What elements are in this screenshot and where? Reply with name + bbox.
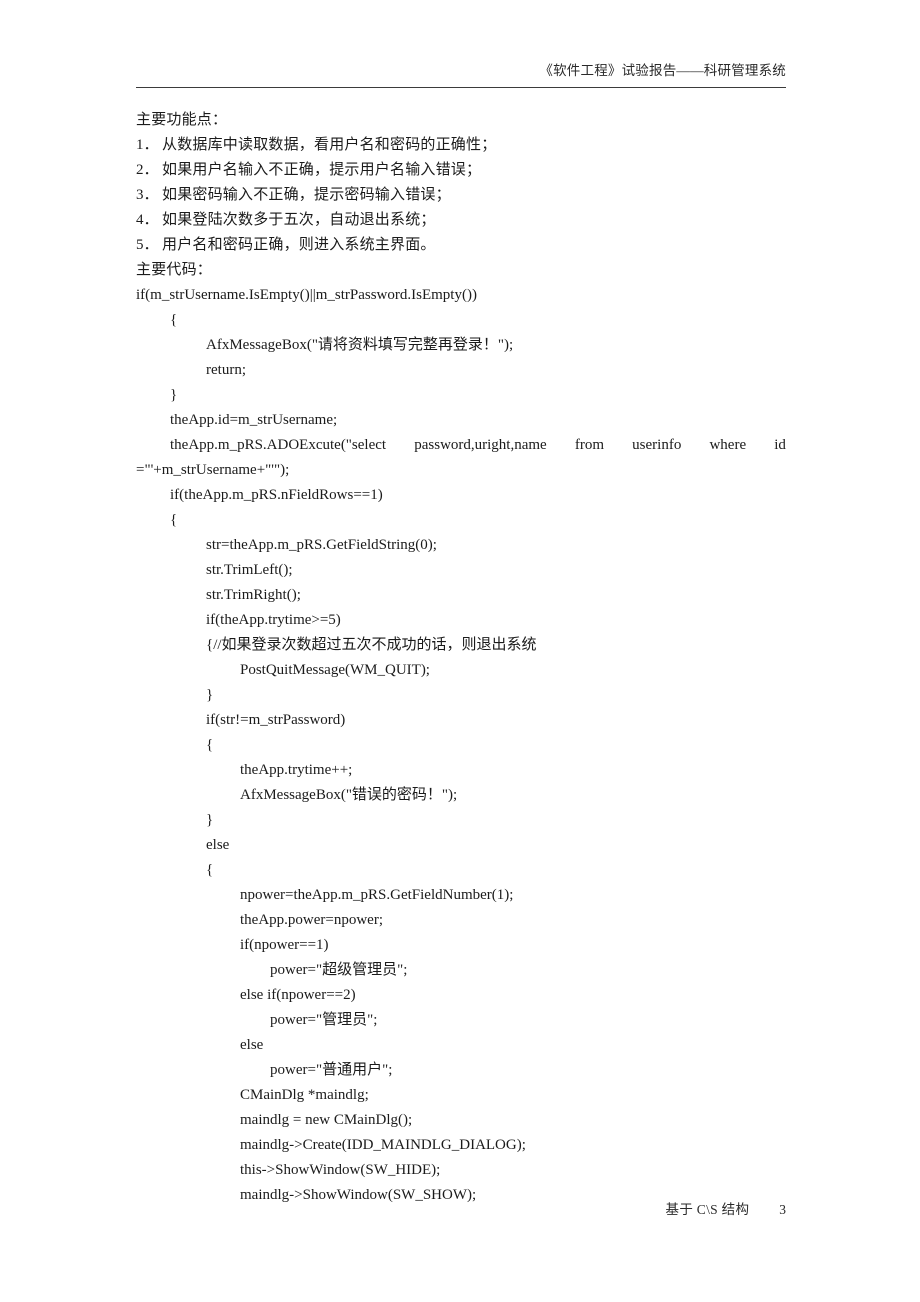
code-line: maindlg->Create(IDD_MAINDLG_DIALOG); [240,1137,526,1153]
code-line: str.TrimRight(); [206,587,301,603]
code-token: id [774,437,786,453]
feature-list-item-text: 如果登陆次数多于五次，自动退出系统； [162,212,436,228]
feature-list-item-text: 从数据库中读取数据，看用户名和密码的正确性； [162,137,497,153]
code-line: AfxMessageBox("错误的密码！"); [240,787,458,803]
document-body: 主要功能点： 1． 从数据库中读取数据，看用户名和密码的正确性； 2． 如果用户名输入… [136,108,786,1208]
code-line: AfxMessageBox("请将资料填写完整再登录！"); [206,337,514,353]
code-line: theApp.power=npower; [240,912,384,928]
code-token: password,uright,name [414,437,547,453]
feature-list-item-text: 如果密码输入不正确，提示密码输入错误； [162,187,451,203]
code-line: } [206,687,214,703]
code-token: where [709,437,747,453]
code-block: if(m_strUsername.IsEmpty()||m_strPasswor… [136,283,786,1208]
code-line: npower=theApp.m_pRS.GetFieldNumber(1); [240,887,514,903]
code-line-justified: theApp.m_pRS.ADOExcute("select password,u… [136,433,786,458]
code-line: { [170,312,178,328]
code-line: if(str!=m_strPassword) [206,712,346,728]
code-line: power="超级管理员"; [270,962,408,978]
footer-page-number: 3 [779,1202,786,1217]
code-line: power="普通用户"; [270,1062,393,1078]
feature-list-item: 3． 如果密码输入不正确，提示密码输入错误； [136,183,786,208]
code-line: return; [206,362,246,378]
features-heading: 主要功能点： [136,112,228,128]
code-line: str.TrimLeft(); [206,562,293,578]
code-line: } [170,387,178,403]
code-line: {//如果登录次数超过五次不成功的话，则退出系统 [206,637,537,653]
footer-label: 基于 C\S 结构 [665,1202,750,1217]
feature-list-item: 4． 如果登陆次数多于五次，自动退出系统； [136,208,786,233]
code-line: if(npower==1) [240,937,329,953]
code-line: else [206,837,230,853]
code-line: str=theApp.m_pRS.GetFieldString(0); [206,537,437,553]
feature-list-item: 5． 用户名和密码正确，则进入系统主界面。 [136,233,786,258]
document-page: 《软件工程》试验报告——科研管理系统 主要功能点： 1． 从数据库中读取数据，看用… [0,0,920,1302]
feature-list-item-number: 2． [136,162,159,178]
code-line: if(theApp.trytime>=5) [206,612,341,628]
code-heading: 主要代码： [136,262,213,278]
code-token: from [574,437,605,453]
feature-list-item-text: 如果用户名输入不正确，提示用户名输入错误； [162,162,482,178]
running-header: 《软件工程》试验报告——科研管理系统 [136,62,786,80]
features-list: 1． 从数据库中读取数据，看用户名和密码的正确性； 2． 如果用户名输入不正确，提示用… [136,133,786,258]
code-line: theApp.trytime++; [240,762,353,778]
code-line: { [170,512,178,528]
code-line: this->ShowWindow(SW_HIDE); [240,1162,441,1178]
code-line: { [206,737,214,753]
code-line: power="管理员"; [270,1012,378,1028]
page-footer: 基于 C\S 结构 3 [136,1200,786,1220]
code-line: else if(npower==2) [240,987,356,1003]
header-divider-rule [136,87,786,88]
code-block-part-1: if(m_strUsername.IsEmpty()||m_strPasswor… [136,283,786,433]
code-line: else [240,1037,264,1053]
code-token: userinfo [632,437,682,453]
code-line: CMainDlg *maindlg; [240,1087,369,1103]
code-token: theApp.m_pRS.ADOExcute("select [170,437,387,453]
code-line: { [206,862,214,878]
code-line: if(m_strUsername.IsEmpty()||m_strPasswor… [136,287,477,303]
code-line: ="'+m_strUsername+"'"); [136,462,290,478]
feature-list-item-text: 用户名和密码正确，则进入系统主界面。 [162,237,436,253]
code-line: if(theApp.m_pRS.nFieldRows==1) [170,487,383,503]
code-line: PostQuitMessage(WM_QUIT); [240,662,430,678]
code-line: } [206,812,214,828]
feature-list-item: 1． 从数据库中读取数据，看用户名和密码的正确性； [136,133,786,158]
feature-list-item: 2． 如果用户名输入不正确，提示用户名输入错误； [136,158,786,183]
code-block-part-2: ="'+m_strUsername+"'"); if(theApp.m_pRS.n… [136,458,786,1208]
feature-list-item-number: 5． [136,237,159,253]
feature-list-item-number: 3． [136,187,159,203]
code-line: theApp.id=m_strUsername; [170,412,338,428]
running-header-title: 《软件工程》试验报告——科研管理系统 [539,63,786,78]
feature-list-item-number: 1． [136,137,159,153]
code-line: maindlg = new CMainDlg(); [240,1112,413,1128]
feature-list-item-number: 4． [136,212,159,228]
